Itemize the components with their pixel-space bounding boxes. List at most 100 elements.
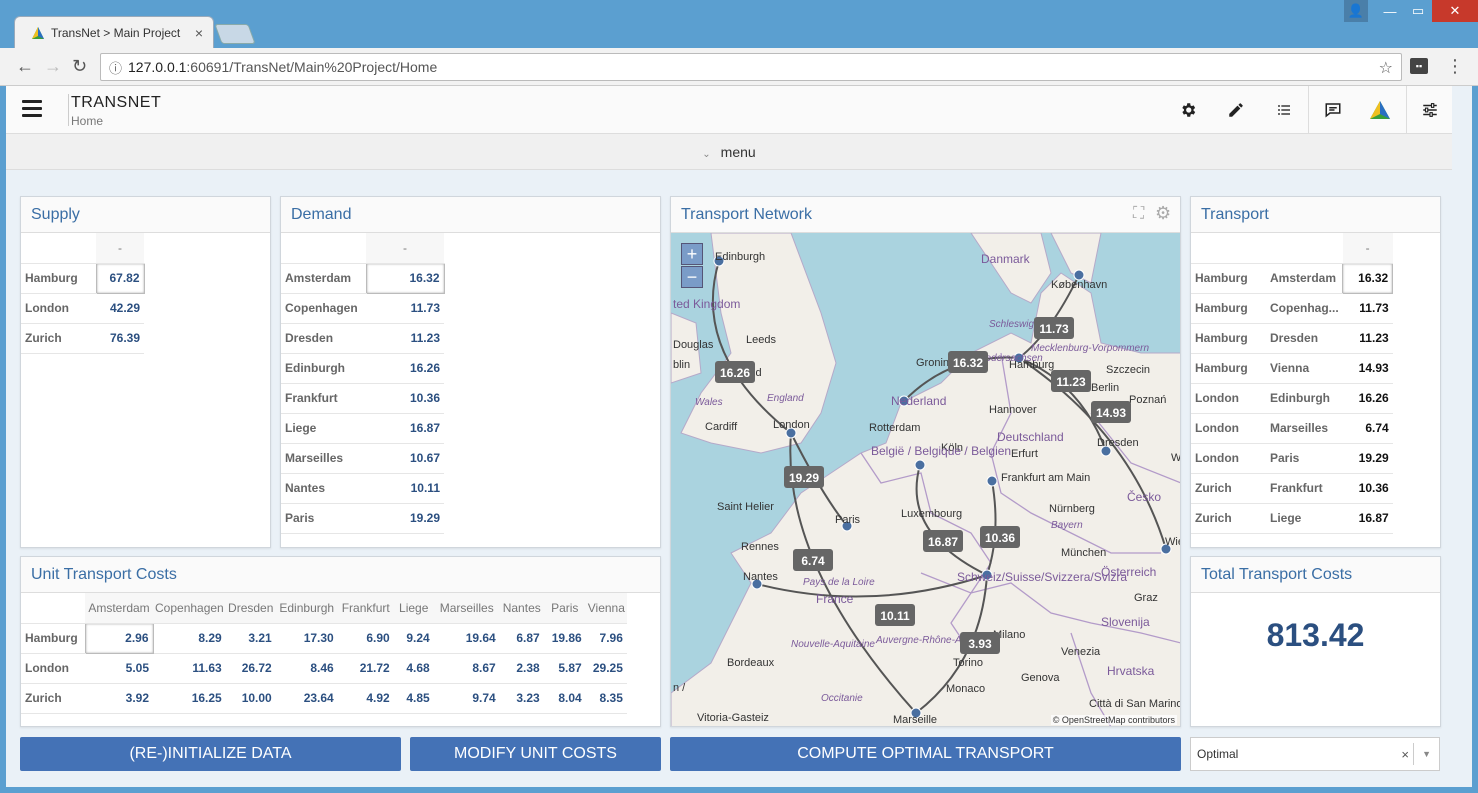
cost-value-cell[interactable]: 29.25 <box>585 653 627 684</box>
cost-value-cell[interactable]: 21.72 <box>337 653 394 684</box>
sliders-icon[interactable] <box>1418 98 1442 122</box>
transport-value-cell[interactable]: 16.87 <box>1342 503 1393 534</box>
compute-optimal-transport-button[interactable]: COMPUTE OPTIMAL TRANSPORT <box>670 737 1181 771</box>
status-select[interactable]: Optimal × ▼ <box>1190 737 1440 771</box>
transport-value-cell[interactable]: 19.29 <box>1342 443 1393 474</box>
supply-value-cell[interactable]: 76.39 <box>96 323 144 354</box>
supply-value-cell[interactable]: 67.82 <box>95 262 145 294</box>
map-place-label: Berlin <box>1091 382 1119 394</box>
address-bar[interactable]: ⓘ 127.0.0.1:60691/TransNet/Main%20Projec… <box>100 53 1402 81</box>
cost-value-cell[interactable]: 8.67 <box>433 653 500 684</box>
cost-value-cell[interactable]: 11.63 <box>153 653 226 684</box>
cost-value-cell[interactable]: 6.90 <box>337 623 394 654</box>
cost-value-cell[interactable]: 8.04 <box>543 683 586 714</box>
cost-value-cell[interactable]: 10.00 <box>225 683 276 714</box>
fullscreen-icon[interactable]: ⛶ <box>1133 205 1144 223</box>
map-place-label: Hannover <box>989 404 1037 416</box>
cost-value-cell[interactable]: 9.74 <box>433 683 500 714</box>
cost-value-cell[interactable]: 4.85 <box>393 683 434 714</box>
browser-menu-icon[interactable]: ⋮ <box>1446 56 1464 77</box>
forward-icon[interactable]: → <box>44 56 62 77</box>
demand-value-cell[interactable]: 16.32 <box>365 262 445 294</box>
map-canvas[interactable]: Danmark København Edinburgh ted Kingdom Leed… <box>671 233 1181 727</box>
map-place-label: Paris <box>835 514 861 526</box>
reload-icon[interactable]: ↻ <box>72 56 87 77</box>
transport-value-cell[interactable]: 16.26 <box>1342 383 1393 414</box>
close-window-icon[interactable]: ✕ <box>1432 0 1478 22</box>
cost-value-cell[interactable]: 4.68 <box>393 653 434 684</box>
cost-value-cell[interactable]: 2.38 <box>499 653 544 684</box>
map-view[interactable]: Danmark København Edinburgh ted Kingdom Leed… <box>671 233 1181 727</box>
cost-value-cell[interactable]: 9.24 <box>393 623 434 654</box>
gear-icon[interactable]: ⚙ <box>1155 203 1171 224</box>
transport-value-cell[interactable]: 11.73 <box>1342 293 1393 324</box>
new-tab-button[interactable] <box>214 24 256 44</box>
zoom-in-button[interactable]: + <box>681 243 703 265</box>
app-logo-icon[interactable] <box>1368 98 1392 122</box>
transport-value-cell[interactable]: 11.23 <box>1342 323 1393 354</box>
to-label: Liege <box>1266 503 1343 534</box>
chevron-down-icon[interactable]: ▼ <box>1413 743 1431 765</box>
list-icon[interactable] <box>1272 98 1296 122</box>
demand-value-cell[interactable]: 10.67 <box>366 443 444 474</box>
demand-value-cell[interactable]: 10.11 <box>366 473 444 504</box>
cost-value-cell[interactable]: 2.96 <box>84 622 154 654</box>
flow-label-text: 16.26 <box>720 366 750 380</box>
cost-value-cell[interactable]: 26.72 <box>225 653 276 684</box>
demand-value-cell[interactable]: 16.87 <box>366 413 444 444</box>
user-icon[interactable]: 👤 <box>1344 0 1368 22</box>
transport-value-cell[interactable]: 16.32 <box>1342 262 1394 294</box>
flow-label-text: 10.11 <box>880 609 910 623</box>
cost-value-cell[interactable]: 3.92 <box>85 683 153 714</box>
hamburger-menu-icon[interactable] <box>22 100 42 118</box>
table-row: Hamburg Copenhag... 11.73 <box>1191 293 1393 324</box>
cost-value-cell[interactable]: 3.21 <box>225 623 276 654</box>
clear-icon[interactable]: × <box>1401 747 1409 762</box>
minimize-icon[interactable]: — <box>1376 0 1404 22</box>
bookmark-star-icon[interactable]: ☆ <box>1379 58 1393 78</box>
cost-value-cell[interactable]: 23.64 <box>275 683 338 714</box>
initialize-data-button[interactable]: (RE-)INITIALIZE DATA <box>20 737 401 771</box>
browser-tab[interactable]: TransNet > Main Project × <box>14 16 214 48</box>
demand-value-cell[interactable]: 11.73 <box>366 293 444 324</box>
transport-value-cell[interactable]: 14.93 <box>1342 353 1393 384</box>
gear-icon[interactable] <box>1176 98 1200 122</box>
cost-value-cell[interactable]: 4.92 <box>337 683 394 714</box>
supply-value-cell[interactable]: 42.29 <box>96 293 144 324</box>
back-icon[interactable]: ← <box>16 56 34 77</box>
row-label: Hamburg <box>21 263 96 294</box>
pencil-icon[interactable] <box>1224 98 1248 122</box>
tab-close-icon[interactable]: × <box>195 25 203 41</box>
map-place-label: München <box>1061 547 1106 559</box>
extension-icon[interactable]: ▪▪ <box>1410 58 1428 74</box>
cost-value-cell[interactable]: 16.25 <box>153 683 226 714</box>
demand-value-cell[interactable]: 10.36 <box>366 383 444 414</box>
transport-value-cell[interactable]: 10.36 <box>1342 473 1393 504</box>
cost-value-cell[interactable]: 17.30 <box>275 623 338 654</box>
cost-value-cell[interactable]: 8.29 <box>153 623 226 654</box>
zoom-out-button[interactable]: − <box>681 266 703 288</box>
menu-toggle[interactable]: ⌄ menu <box>6 134 1452 170</box>
demand-value-cell[interactable]: 16.26 <box>366 353 444 384</box>
info-icon[interactable]: ⓘ <box>109 58 122 77</box>
modify-unit-costs-button[interactable]: MODIFY UNIT COSTS <box>410 737 661 771</box>
transport-value-cell[interactable]: 6.74 <box>1342 413 1393 444</box>
cost-value-cell[interactable]: 8.46 <box>275 653 338 684</box>
cost-value-cell[interactable]: 19.64 <box>433 623 500 654</box>
map-place-label: Hrvatska <box>1107 664 1155 678</box>
chat-icon[interactable] <box>1321 98 1345 122</box>
maximize-icon[interactable]: ▭ <box>1404 0 1432 22</box>
cost-value-cell[interactable]: 6.87 <box>499 623 544 654</box>
demand-value-cell[interactable]: 19.29 <box>366 503 444 534</box>
map-attribution[interactable]: © OpenStreetMap contributors <box>1050 715 1177 725</box>
map-place-label: Rennes <box>741 541 779 553</box>
cost-value-cell[interactable]: 5.87 <box>543 653 586 684</box>
cost-value-cell[interactable]: 7.96 <box>585 623 627 654</box>
cost-value-cell[interactable]: 5.05 <box>85 653 153 684</box>
demand-value-cell[interactable]: 11.23 <box>366 323 444 354</box>
from-label: Zurich <box>1191 473 1266 504</box>
flow-label: 10.36 <box>980 526 1020 548</box>
cost-value-cell[interactable]: 19.86 <box>543 623 586 654</box>
cost-value-cell[interactable]: 8.35 <box>585 683 627 714</box>
cost-value-cell[interactable]: 3.23 <box>499 683 544 714</box>
